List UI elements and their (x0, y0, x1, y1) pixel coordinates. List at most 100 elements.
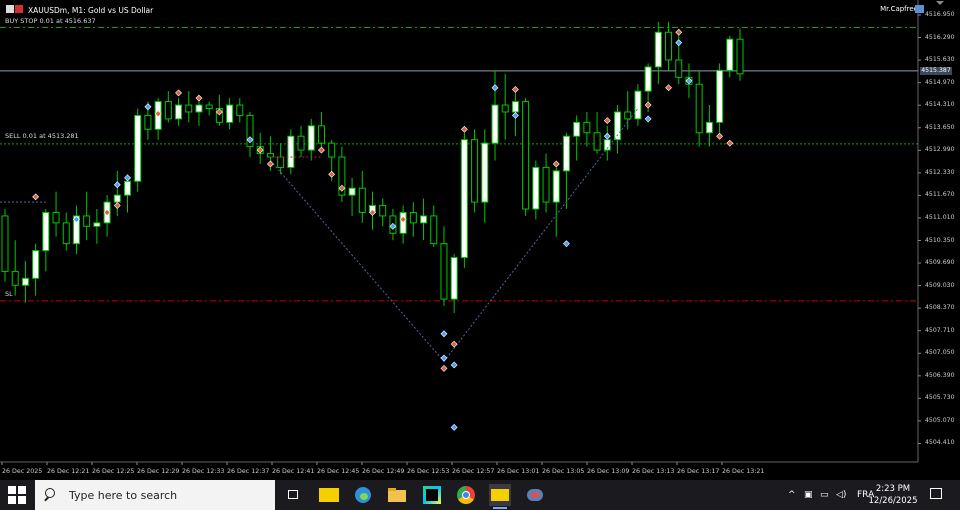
candlestick-chart[interactable] (0, 0, 960, 480)
candle-body (583, 121, 591, 134)
trade-marker-icon (266, 160, 274, 168)
trade-marker-icon (603, 117, 611, 125)
candle-body (277, 156, 285, 168)
trade-marker-icon (511, 86, 519, 93)
volume-icon[interactable]: ◁) (836, 480, 846, 510)
candle-body (420, 215, 428, 224)
time-tick-label: 26 Dec 12:57 (452, 468, 495, 475)
file-explorer-icon[interactable] (386, 484, 408, 506)
chart-title: XAUUSDm, M1: Gold vs US Dollar (28, 5, 154, 15)
candle-body (736, 38, 744, 75)
price-tick-label: 4512.990 (925, 146, 955, 154)
candle-body (134, 114, 142, 182)
time-tick-label: 26 Dec 2025 (2, 468, 43, 475)
trade-marker-icon (603, 132, 611, 140)
pycharm-icon[interactable] (421, 484, 443, 506)
yellow-app-icon-active[interactable] (489, 484, 511, 509)
collapse-arrow-icon[interactable] (936, 1, 944, 5)
price-tick-label: 4507.050 (925, 349, 955, 357)
price-tick-label: 4505.730 (925, 394, 955, 402)
camera-tray-icon[interactable]: ▣ (804, 480, 813, 510)
time-tick-label: 26 Dec 12:29 (137, 468, 180, 475)
trade-marker-icon (113, 181, 121, 189)
candle-body (266, 153, 274, 158)
candle-body (358, 187, 366, 213)
candle-body (573, 121, 581, 137)
show-hidden-icons[interactable]: ^ (788, 480, 796, 510)
trade-marker-icon (440, 354, 448, 362)
price-tick-label: 4507.710 (925, 326, 955, 334)
taskbar: Type here to search ^ ▣ ▭ ◁) FRA 2:23 PM… (0, 480, 960, 510)
time-tick-label: 26 Dec 12:25 (92, 468, 135, 475)
candle-body (511, 101, 519, 113)
trade-marker-icon (665, 84, 672, 92)
price-tick-label: 4508.370 (925, 304, 955, 312)
trade-marker-icon (195, 94, 203, 102)
trade-marker-icon (440, 330, 448, 338)
current-price-badge: 4515.387 (920, 66, 952, 75)
taskbar-clock[interactable]: 2:23 PM 12/26/2025 (868, 483, 918, 507)
chrome-icon[interactable] (455, 484, 477, 506)
trade-marker-icon (450, 361, 458, 369)
search-icon (43, 488, 57, 502)
candle-body (644, 66, 652, 92)
candle-body (236, 104, 244, 116)
trade-marker-icon (460, 125, 468, 133)
candle-body (32, 250, 40, 279)
trade-marker-icon (318, 146, 325, 154)
price-tick-label: 4514.310 (925, 101, 955, 109)
buy-stop-label[interactable]: BUY STOP 0.01 at 4516.637 (5, 17, 96, 25)
candle-body (21, 277, 29, 286)
time-tick-label: 26 Dec 13:05 (542, 468, 585, 475)
candle-body (297, 135, 305, 151)
trade-marker-icon (675, 39, 683, 47)
trade-marker-icon (440, 365, 448, 372)
candle-body (705, 121, 713, 134)
trade-marker-icon (675, 28, 683, 36)
price-tick-label: 4506.390 (925, 371, 955, 379)
candle-body (471, 139, 479, 203)
candle-body (522, 101, 530, 210)
trade-marker-icon (450, 340, 458, 348)
trade-marker-icon (450, 423, 458, 431)
candle-body (654, 31, 662, 68)
candle-body (144, 114, 152, 130)
sl-label[interactable]: SL (5, 290, 13, 298)
chart-area[interactable]: XAUUSDm, M1: Gold vs US Dollar BUY STOP … (0, 0, 960, 480)
candle-body (379, 205, 387, 217)
candle-body (716, 69, 724, 123)
candle-body (205, 104, 213, 110)
candle-body (175, 104, 183, 120)
time-tick-label: 26 Dec 12:45 (317, 468, 360, 475)
yellow-app-icon[interactable] (318, 484, 340, 506)
account-name: Mr.Capfree (880, 5, 918, 13)
candle-body (695, 83, 703, 134)
price-tick-label: 4516.290 (925, 33, 955, 41)
network-icon[interactable]: ▭ (820, 480, 829, 510)
edge-browser-icon[interactable] (352, 484, 374, 506)
windows-start-icon[interactable] (8, 486, 26, 504)
taskbar-search-box[interactable]: Type here to search (35, 480, 275, 510)
candle-body (593, 132, 601, 151)
trade-marker-icon (644, 101, 652, 109)
time-tick-label: 26 Dec 13:21 (722, 468, 765, 475)
candle-body (195, 104, 203, 113)
candle-body (542, 166, 550, 203)
notifications-icon[interactable] (930, 488, 942, 499)
price-tick-label: 4504.410 (925, 439, 955, 447)
time-tick-label: 26 Dec 13:17 (677, 468, 720, 475)
candle-body (287, 135, 295, 168)
account-icon (915, 5, 924, 13)
sell-label[interactable]: SELL 0.01 at 4513.281 (5, 132, 79, 140)
time-tick-label: 26 Dec 13:01 (497, 468, 540, 475)
metatrader-icon[interactable] (524, 484, 546, 506)
candle-body (307, 125, 315, 151)
trade-marker-icon (113, 202, 121, 209)
trade-marker-icon (716, 132, 724, 140)
clock-date: 12/26/2025 (868, 496, 918, 506)
candle-body (430, 215, 438, 245)
candle-body (624, 111, 632, 120)
task-view-icon[interactable] (283, 484, 305, 506)
candle-body (348, 187, 356, 196)
time-tick-label: 26 Dec 13:13 (632, 468, 675, 475)
